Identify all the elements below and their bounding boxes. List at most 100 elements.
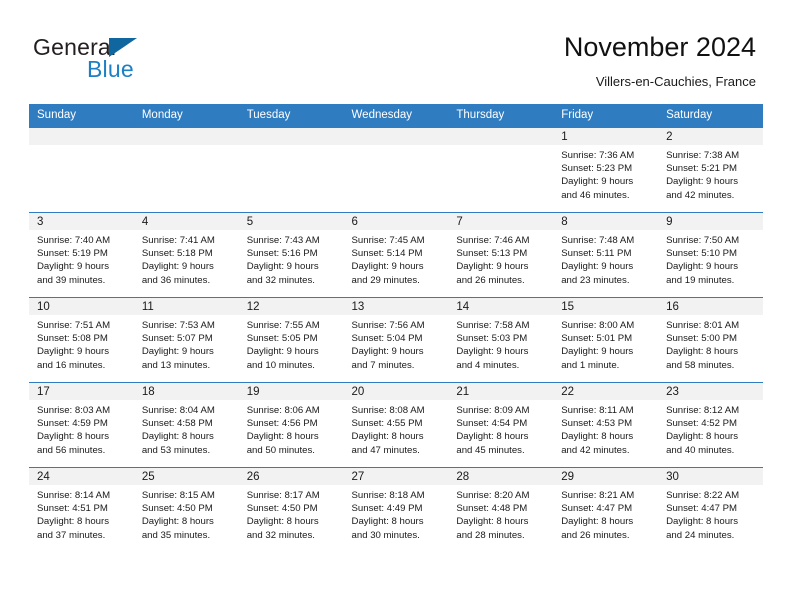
day-detail-line: and 47 minutes.	[351, 444, 420, 456]
calendar-day-cell[interactable]: 30 Sunrise: 8:22 AM Sunset: 4:47 PM Dayligh…	[658, 467, 763, 552]
calendar-day-cell[interactable]: 23 Sunrise: 8:12 AM Sunset: 4:52 PM Dayligh…	[658, 382, 763, 468]
calendar-day-cell[interactable]: 20 Sunrise: 8:08 AM Sunset: 4:55 PM Dayligh…	[343, 382, 449, 468]
day-number: 23	[658, 383, 763, 400]
calendar-day-cell[interactable]: 26 Sunrise: 8:17 AM Sunset: 4:50 PM Dayligh…	[238, 467, 344, 552]
day-details: Sunrise: 8:15 AM Sunset: 4:50 PM Daylight:…	[134, 485, 239, 542]
day-detail-line: Sunrise: 7:56 AM	[351, 320, 425, 331]
calendar-day-cell[interactable]: 21 Sunrise: 8:09 AM Sunset: 4:54 PM Dayligh…	[448, 382, 554, 468]
day-detail-line: and 53 minutes.	[141, 444, 211, 456]
day-details: Sunrise: 8:17 AM Sunset: 4:50 PM Daylight:…	[239, 485, 344, 542]
calendar-day-cell[interactable]: 13 Sunrise: 7:56 AM Sunset: 5:04 PM Dayligh…	[343, 297, 449, 383]
day-detail-line: Sunset: 4:47 PM	[561, 503, 633, 515]
day-number: 22	[553, 383, 659, 400]
day-detail-line: Daylight: 9 hours	[456, 261, 529, 273]
calendar-day-cell[interactable]: 27 Sunrise: 8:18 AM Sunset: 4:49 PM Dayligh…	[343, 467, 449, 552]
day-detail-line: and 35 minutes.	[141, 529, 211, 541]
calendar-day-cell[interactable]: 15 Sunrise: 8:00 AM Sunset: 5:01 PM Dayligh…	[553, 297, 659, 383]
day-detail-line: Sunrise: 8:09 AM	[456, 405, 530, 416]
day-detail-line: Daylight: 9 hours	[666, 261, 739, 273]
calendar-day-cell[interactable]: 7 Sunrise: 7:46 AM Sunset: 5:13 PM Daylight…	[448, 212, 554, 298]
triangle-icon	[109, 38, 137, 57]
day-detail-line: Sunrise: 8:04 AM	[141, 405, 215, 416]
day-detail-line: Sunset: 5:16 PM	[246, 248, 318, 260]
calendar-day-cell[interactable]: 5 Sunrise: 7:43 AM Sunset: 5:16 PM Daylight…	[238, 212, 344, 298]
day-number: 2	[658, 128, 763, 145]
day-details: Sunrise: 7:40 AM Sunset: 5:19 PM Daylight:…	[29, 230, 134, 287]
calendar-day-cell[interactable]: 25 Sunrise: 8:15 AM Sunset: 4:50 PM Dayligh…	[133, 467, 239, 552]
day-number: 15	[553, 298, 659, 315]
calendar-day-cell[interactable]: 28 Sunrise: 8:20 AM Sunset: 4:48 PM Dayligh…	[448, 467, 554, 552]
calendar-day-cell[interactable]: 18 Sunrise: 8:04 AM Sunset: 4:58 PM Dayligh…	[133, 382, 239, 468]
calendar-day-cell[interactable]: 24 Sunrise: 8:14 AM Sunset: 4:51 PM Dayligh…	[29, 467, 134, 552]
day-details: Sunrise: 7:43 AM Sunset: 5:16 PM Daylight:…	[239, 230, 344, 287]
calendar-day-cell[interactable]: 2 Sunrise: 7:38 AM Sunset: 5:21 PM Daylight…	[658, 127, 763, 213]
calendar-day-cell[interactable]: 3 Sunrise: 7:40 AM Sunset: 5:19 PM Daylight…	[29, 212, 134, 298]
calendar-day-cell[interactable]: 6 Sunrise: 7:45 AM Sunset: 5:14 PM Daylight…	[343, 212, 449, 298]
general-blue-logo[interactable]: General Blue	[33, 34, 203, 88]
day-detail-line: Sunrise: 7:48 AM	[561, 235, 635, 246]
day-detail-line: Sunset: 4:52 PM	[666, 418, 737, 430]
day-details: Sunrise: 7:50 AM Sunset: 5:10 PM Daylight:…	[658, 230, 763, 287]
calendar-day-cell[interactable]: 9 Sunrise: 7:50 AM Sunset: 5:10 PM Daylight…	[658, 212, 763, 298]
day-detail-line: Sunrise: 7:51 AM	[37, 320, 111, 331]
calendar-grid: Sunday Monday Tuesday Wednesday Thursday Frid…	[29, 104, 763, 552]
day-detail-line: and 37 minutes.	[37, 529, 106, 541]
day-detail-line: Sunrise: 7:40 AM	[37, 235, 111, 246]
day-details	[134, 145, 239, 149]
calendar-day-cell[interactable]: 17 Sunrise: 8:03 AM Sunset: 4:59 PM Dayligh…	[29, 382, 134, 468]
day-detail-line: Sunrise: 8:20 AM	[456, 490, 530, 501]
day-detail-line: Daylight: 8 hours	[666, 431, 739, 443]
day-number	[133, 128, 239, 145]
calendar-day-cell[interactable]: 4 Sunrise: 7:41 AM Sunset: 5:18 PM Daylight…	[133, 212, 239, 298]
day-detail-line: Daylight: 9 hours	[351, 261, 424, 273]
day-number: 12	[238, 298, 344, 315]
day-details: Sunrise: 7:48 AM Sunset: 5:11 PM Daylight:…	[553, 230, 658, 287]
day-detail-line: Sunrise: 7:46 AM	[456, 235, 530, 246]
calendar-day-cell[interactable]: 12 Sunrise: 7:55 AM Sunset: 5:05 PM Dayligh…	[238, 297, 344, 383]
day-detail-line: Daylight: 9 hours	[561, 346, 634, 358]
calendar-day-cell[interactable]: 19 Sunrise: 8:06 AM Sunset: 4:56 PM Dayligh…	[238, 382, 344, 468]
day-number: 21	[448, 383, 554, 400]
calendar-day-cell[interactable]: 11 Sunrise: 7:53 AM Sunset: 5:07 PM Dayligh…	[133, 297, 239, 383]
day-detail-line: Daylight: 8 hours	[37, 431, 109, 443]
calendar-day-cell-empty	[238, 127, 344, 213]
day-detail-line: Sunset: 5:07 PM	[141, 333, 213, 345]
day-detail-line: Sunrise: 8:15 AM	[141, 490, 215, 501]
day-details: Sunrise: 7:51 AM Sunset: 5:08 PM Daylight:…	[29, 315, 134, 372]
calendar-day-cell[interactable]: 29 Sunrise: 8:21 AM Sunset: 4:47 PM Dayligh…	[553, 467, 659, 552]
day-detail-line: Sunrise: 7:55 AM	[246, 320, 320, 331]
day-number: 3	[29, 213, 134, 230]
calendar-header-row: Sunday Monday Tuesday Wednesday Thursday Frid…	[29, 104, 763, 128]
day-detail-line: and 10 minutes.	[246, 359, 315, 371]
calendar-day-cell[interactable]: 14 Sunrise: 7:58 AM Sunset: 5:03 PM Dayligh…	[448, 297, 554, 383]
day-detail-line: Sunset: 4:56 PM	[246, 418, 318, 430]
calendar-body: 1 Sunrise: 7:36 AM Sunset: 5:23 PM Daylight…	[29, 127, 763, 552]
day-number: 5	[238, 213, 344, 230]
day-detail-line: Sunset: 4:49 PM	[351, 503, 423, 515]
calendar-day-cell[interactable]: 16 Sunrise: 8:01 AM Sunset: 5:00 PM Dayligh…	[658, 297, 763, 383]
day-detail-line: Daylight: 9 hours	[37, 346, 109, 358]
day-detail-line: Sunrise: 8:01 AM	[666, 320, 740, 331]
day-number	[448, 128, 554, 145]
day-detail-line: Sunset: 5:10 PM	[666, 248, 737, 260]
day-detail-line: and 26 minutes.	[561, 529, 630, 541]
brand-name-blue: Blue	[87, 56, 134, 82]
calendar-day-cell[interactable]: 8 Sunrise: 7:48 AM Sunset: 5:11 PM Daylight…	[553, 212, 659, 298]
day-detail-line: Sunrise: 7:43 AM	[246, 235, 320, 246]
day-detail-line: and 50 minutes.	[246, 444, 315, 456]
day-number	[29, 128, 134, 145]
day-number: 19	[238, 383, 344, 400]
calendar-day-cell[interactable]: 22 Sunrise: 8:11 AM Sunset: 4:53 PM Dayligh…	[553, 382, 659, 468]
day-detail-line: and 26 minutes.	[456, 274, 525, 286]
day-detail-line: Sunset: 5:03 PM	[456, 333, 528, 345]
day-detail-line: Sunrise: 8:11 AM	[561, 405, 634, 416]
day-detail-line: Sunset: 5:00 PM	[666, 333, 737, 345]
calendar-day-cell[interactable]: 10 Sunrise: 7:51 AM Sunset: 5:08 PM Dayligh…	[29, 297, 134, 383]
day-detail-line: Sunrise: 8:14 AM	[37, 490, 111, 501]
day-detail-line: and 58 minutes.	[666, 359, 735, 371]
day-detail-line: Daylight: 9 hours	[351, 346, 424, 358]
calendar-day-cell[interactable]: 1 Sunrise: 7:36 AM Sunset: 5:23 PM Daylight…	[553, 127, 659, 213]
day-detail-line: Sunset: 4:48 PM	[456, 503, 528, 515]
day-number: 16	[658, 298, 763, 315]
day-detail-line: Sunrise: 7:45 AM	[351, 235, 425, 246]
